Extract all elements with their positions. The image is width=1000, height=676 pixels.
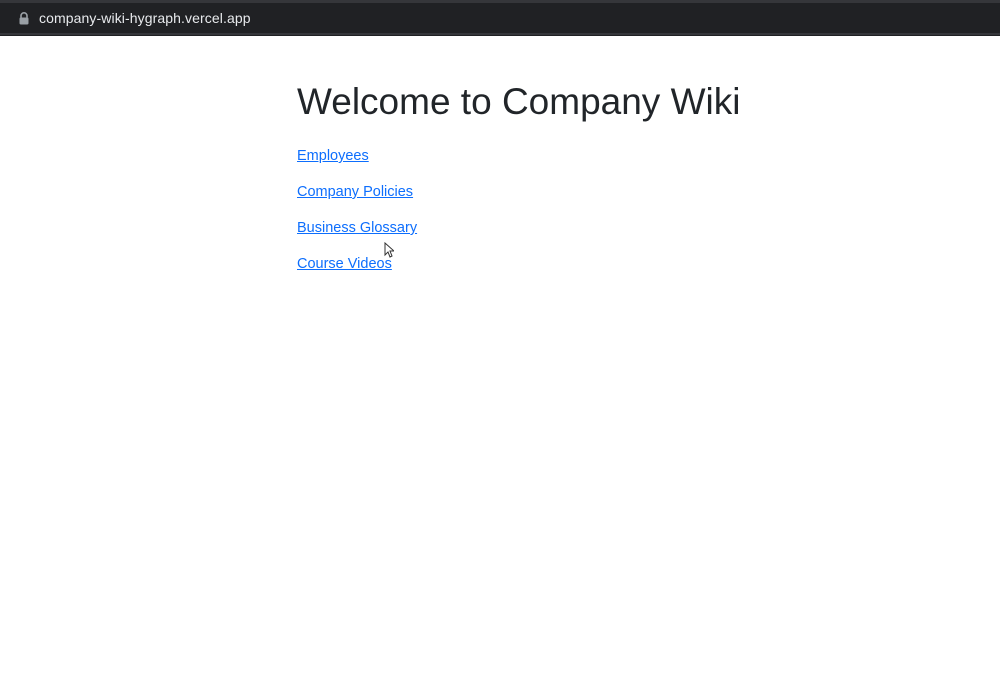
link-business-glossary[interactable]: Business Glossary [297, 218, 417, 238]
address-bar-url[interactable]: company-wiki-hygraph.vercel.app [39, 10, 251, 26]
link-company-policies[interactable]: Company Policies [297, 182, 417, 202]
lock-icon[interactable] [18, 12, 30, 25]
pointer-cursor-icon [384, 242, 394, 258]
address-bar[interactable]: company-wiki-hygraph.vercel.app [0, 3, 1000, 33]
link-employees[interactable]: Employees [297, 146, 417, 166]
link-course-videos[interactable]: Course Videos [297, 254, 417, 274]
nav-link-list: Employees Company Policies Business Glos… [297, 146, 417, 290]
page-title: Welcome to Company Wiki [297, 81, 741, 122]
browser-toolbar: company-wiki-hygraph.vercel.app [0, 0, 1000, 36]
